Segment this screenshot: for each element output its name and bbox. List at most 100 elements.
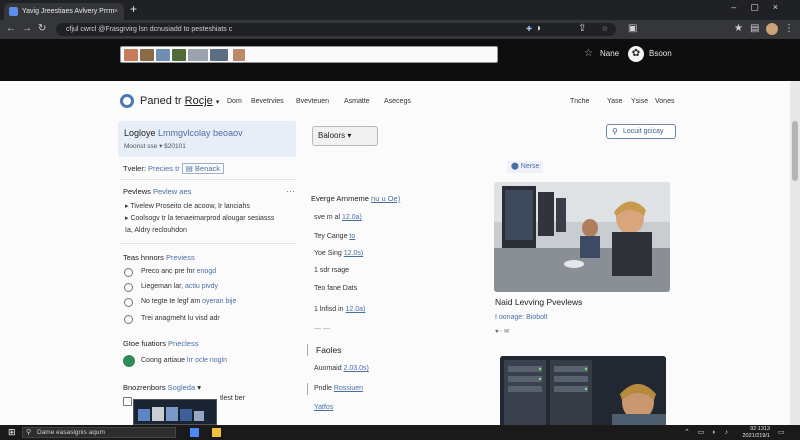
site-search-bar[interactable] bbox=[120, 46, 498, 63]
middle-line: sve m al 12.0a) bbox=[314, 214, 362, 221]
reload-icon[interactable]: ↻ bbox=[38, 23, 46, 34]
middle-line-link[interactable]: to bbox=[349, 233, 355, 240]
window-controls[interactable]: –▢× bbox=[731, 2, 792, 13]
right-nav-item[interactable]: Ysise bbox=[631, 98, 648, 105]
taskbar-search[interactable]: ⚲ Dame easasignis aqum bbox=[22, 427, 176, 438]
toolbar-box-link[interactable]: ▤ Benack bbox=[181, 163, 224, 174]
system-tray-icons[interactable]: ⌃ ▭ ◐ ♪ bbox=[684, 428, 731, 436]
office-photo-graphic bbox=[494, 182, 670, 292]
back-icon[interactable]: ← bbox=[6, 23, 16, 34]
middle-line: Yatfos bbox=[314, 404, 333, 411]
profile-sub-label: Moonst sse bbox=[124, 143, 158, 150]
profile-name-link[interactable]: Lmmgvlcolay beoaov bbox=[158, 128, 243, 138]
search-action-label: Locuit gcicay bbox=[623, 128, 664, 135]
more-icon[interactable]: … bbox=[286, 184, 295, 194]
honors-link[interactable]: Previess bbox=[166, 253, 195, 262]
list-item-link[interactable]: oyeran bije bbox=[202, 298, 236, 305]
reviews-title: Pevlews bbox=[123, 187, 151, 196]
middle-line: Auomaid 2.03.0s) bbox=[314, 365, 369, 372]
list-item: Preco anc pre fnr enogd bbox=[141, 268, 216, 275]
right-nav-item[interactable]: Vones bbox=[655, 98, 674, 105]
page-scrollbar[interactable] bbox=[790, 81, 800, 425]
filter-dropdown[interactable]: Baloors ▾ bbox=[312, 126, 378, 146]
middle-line-link[interactable]: Yatfos bbox=[314, 404, 333, 411]
favorite-icon[interactable]: ☆ bbox=[584, 48, 593, 59]
menu-kebab-icon[interactable]: ⋮ bbox=[784, 23, 794, 34]
star-icon[interactable]: ★ bbox=[734, 23, 743, 34]
list-item-link[interactable]: actiu pivdy bbox=[185, 283, 218, 290]
bottom-link[interactable]: Sogleda bbox=[168, 383, 196, 392]
profile-name: Logloye Lmmgvlcolay beoaov bbox=[124, 128, 243, 138]
notification-icon[interactable]: ▭ bbox=[778, 428, 785, 436]
reviews-link[interactable]: Pevlew aes bbox=[153, 187, 191, 196]
new-tab-button[interactable]: + bbox=[130, 2, 137, 16]
browser-tab[interactable]: Yavig Jreestiaes Avlvery Prrm × bbox=[4, 3, 124, 20]
forward-icon[interactable]: → bbox=[22, 23, 32, 34]
toolbar-link[interactable]: Precies tr bbox=[148, 164, 180, 173]
nav-item[interactable]: Asmatte bbox=[344, 98, 370, 105]
middle-line: Yoe Sing 12.0s) bbox=[314, 250, 363, 257]
features-heading: Gtoe fuatiors Pnecless bbox=[123, 339, 198, 348]
news-pill[interactable]: ⬤ Nerse bbox=[507, 161, 543, 173]
user-label[interactable]: Bsoon bbox=[649, 49, 672, 58]
list-item-text: Preco anc pre fnr bbox=[141, 268, 197, 275]
nav-item[interactable]: Dom bbox=[227, 98, 242, 105]
list-item-link[interactable]: lrr ocle nogln bbox=[187, 357, 227, 364]
gear-avatar-icon[interactable]: ✿ bbox=[628, 46, 644, 62]
extension-icon[interactable]: ▣ bbox=[628, 23, 637, 34]
bookmark-star-icon[interactable]: ☆ bbox=[602, 23, 608, 36]
profile-avatar[interactable] bbox=[766, 23, 778, 35]
url-bar[interactable]: cfjul cwrcl @Frasgrvirg lsn dcnusiadd to… bbox=[56, 23, 616, 36]
middle-line-text: Yoe Sing bbox=[314, 250, 344, 257]
middle-line-link[interactable]: Rossiuen bbox=[334, 385, 363, 392]
checkbox-icon[interactable] bbox=[123, 397, 132, 406]
card-subtitle-link[interactable]: oonage: Biobolt bbox=[499, 314, 548, 321]
chevron-down-icon[interactable]: ▾ bbox=[159, 143, 162, 150]
toolbar-label: Tveler: bbox=[123, 164, 146, 173]
file-explorer-icon[interactable] bbox=[212, 428, 221, 437]
server-photo[interactable] bbox=[500, 356, 666, 425]
nav-item[interactable]: Asecegs bbox=[384, 98, 411, 105]
close-tab-icon[interactable]: × bbox=[114, 3, 118, 20]
maximize-icon[interactable]: ▢ bbox=[750, 2, 773, 12]
chevron-down-icon[interactable]: ▾ bbox=[197, 383, 201, 392]
list-item-link[interactable]: enogd bbox=[197, 268, 216, 275]
task-view-icon[interactable] bbox=[190, 428, 199, 437]
office-photo[interactable] bbox=[494, 182, 670, 292]
sidepanel-icon[interactable]: ▤ bbox=[750, 23, 759, 34]
right-nav-item[interactable]: Tnche bbox=[570, 98, 589, 105]
bottom-caption: tlest ber bbox=[220, 395, 245, 402]
close-window-icon[interactable]: × bbox=[773, 2, 792, 12]
windows-start-icon[interactable]: ⊞ bbox=[8, 427, 16, 438]
middle-header-link[interactable]: nu u Oe) bbox=[371, 194, 400, 203]
brand-title[interactable]: Paned tr Rocje ▾ bbox=[140, 95, 219, 107]
middle-line-link[interactable]: 12.0a) bbox=[342, 214, 362, 221]
honors-title: Teas hnnors bbox=[123, 253, 164, 262]
card-title[interactable]: Naid Levving Pvevlews bbox=[495, 297, 582, 307]
logo-icon[interactable] bbox=[120, 94, 134, 108]
account-label[interactable]: Nane bbox=[600, 49, 619, 58]
share-icon[interactable]: ⇪ bbox=[578, 23, 586, 34]
features-link[interactable]: Pnecless bbox=[168, 339, 198, 348]
brand-suffix: Rocje bbox=[184, 95, 213, 107]
search-icon: ⚲ bbox=[26, 429, 32, 436]
search-action-button[interactable]: ⚲ Locuit gcicay bbox=[606, 124, 676, 139]
lens-icon[interactable]: ◗ bbox=[536, 23, 542, 34]
middle-line-text: Pndle bbox=[314, 385, 334, 392]
brand-chevron-down-icon[interactable]: ▾ bbox=[216, 99, 220, 106]
list-item-text: Coong artiaue bbox=[141, 357, 187, 364]
middle-line-link[interactable]: 12.0s) bbox=[344, 250, 363, 257]
scrollbar-thumb[interactable] bbox=[792, 121, 798, 181]
middle-line-link[interactable]: 2.03.0s) bbox=[344, 365, 369, 372]
nav-item[interactable]: Bevetrvies bbox=[251, 98, 284, 105]
taskbar-clock[interactable]: 92:1313 2021/219/1 bbox=[742, 426, 770, 439]
middle-line-link[interactable]: 12.0a) bbox=[346, 306, 366, 313]
nav-item[interactable]: Bvevteuen bbox=[296, 98, 329, 105]
minimize-icon[interactable]: – bbox=[731, 2, 750, 12]
card-actions[interactable]: ♥ ◦ ✉ bbox=[495, 328, 509, 335]
media-thumbnail-strip[interactable] bbox=[133, 399, 217, 425]
translate-icon[interactable]: ✚ bbox=[526, 23, 532, 36]
honors-heading: Teas hnnors Previess bbox=[123, 253, 195, 262]
right-nav-item[interactable]: Yase bbox=[607, 98, 622, 105]
thumbnail-icon bbox=[210, 49, 228, 61]
